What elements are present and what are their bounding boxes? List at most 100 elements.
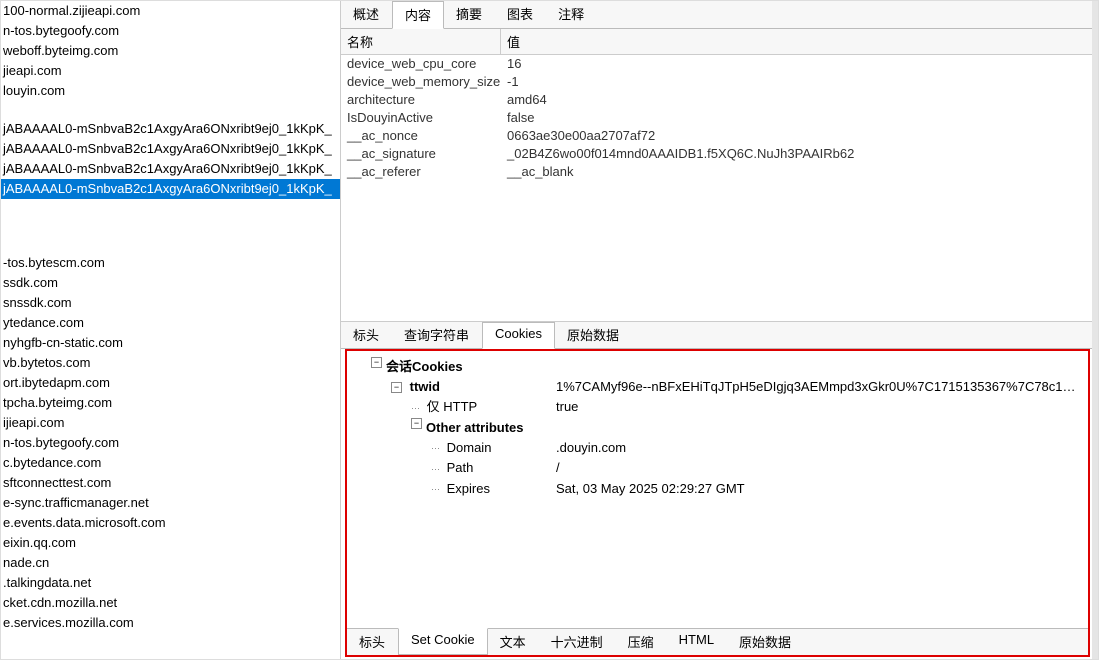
tab[interactable]: 查询字符串	[392, 322, 482, 348]
collapse-icon[interactable]: −	[391, 382, 402, 393]
tab[interactable]: Set Cookie	[398, 628, 488, 655]
sidebar-item[interactable]: sftconnecttest.com	[1, 473, 340, 493]
tree-cookie-ttwid[interactable]: − ttwid 1%7CAMyf96e--nBFxEHiTqJTpH5eDIgj…	[351, 377, 1084, 397]
collapse-icon[interactable]: −	[371, 357, 382, 368]
nv-name: __ac_signature	[341, 145, 501, 163]
nv-row[interactable]: IsDouyinActivefalse	[341, 109, 1092, 127]
tab[interactable]: 摘要	[444, 1, 495, 28]
sidebar-item[interactable]: vb.bytetos.com	[1, 353, 340, 373]
cookies-panel: − 会话Cookies − ttwid 1%7CAMyf96e--nBFxEHi…	[345, 349, 1090, 657]
tab[interactable]: 原始数据	[555, 322, 632, 348]
nv-value: __ac_blank	[501, 163, 1092, 181]
sidebar-item[interactable]: nade.cn	[1, 553, 340, 573]
tree-leaf-icon: ⋯	[431, 438, 439, 458]
sidebar-item[interactable]: weboff.byteimg.com	[1, 41, 340, 61]
cookie-name: ttwid	[410, 379, 440, 394]
nv-header-value[interactable]: 值	[501, 29, 1092, 54]
tab[interactable]: 概述	[341, 1, 392, 28]
sidebar-item[interactable]: jieapi.com	[1, 61, 340, 81]
sidebar-item[interactable]: jABAAAAL0-mSnbvaB2c1AxgyAra6ONxribt9ej0_…	[1, 139, 340, 159]
nv-row[interactable]: __ac_referer__ac_blank	[341, 163, 1092, 181]
sidebar-item[interactable]: .talkingdata.net	[1, 573, 340, 593]
nv-name: device_web_memory_size	[341, 73, 501, 91]
sidebar-item[interactable]: e-sync.trafficmanager.net	[1, 493, 340, 513]
mid-tabstrip: 标头查询字符串Cookies原始数据	[341, 322, 1092, 349]
nv-row[interactable]: __ac_signature_02B4Z6wo00f014mnd0AAAIDB1…	[341, 145, 1092, 163]
nv-value: 16	[501, 55, 1092, 73]
sidebar-item[interactable]: jABAAAAL0-mSnbvaB2c1AxgyAra6ONxribt9ej0_…	[1, 159, 340, 179]
path-label: Path	[447, 460, 474, 475]
sidebar-item[interactable]: ssdk.com	[1, 273, 340, 293]
sidebar-item[interactable]: c.bytedance.com	[1, 453, 340, 473]
sidebar-item[interactable]: eixin.qq.com	[1, 533, 340, 553]
sidebar-item[interactable]	[1, 217, 340, 235]
collapse-icon[interactable]: −	[411, 418, 422, 429]
sidebar-item[interactable]: snssdk.com	[1, 293, 340, 313]
tab[interactable]: 十六进制	[539, 629, 616, 655]
tab[interactable]: 内容	[392, 1, 444, 29]
tree-domain[interactable]: ⋯ Domain .douyin.com	[351, 438, 1084, 459]
tree-leaf-icon: ⋯	[431, 479, 439, 499]
sidebar-item[interactable]: nyhgfb-cn-static.com	[1, 333, 340, 353]
nv-header-name[interactable]: 名称	[341, 29, 501, 54]
nv-name: architecture	[341, 91, 501, 109]
nv-row[interactable]: device_web_cpu_core16	[341, 55, 1092, 73]
sidebar-item[interactable]: ytedance.com	[1, 313, 340, 333]
tree-expires[interactable]: ⋯ Expires Sat, 03 May 2025 02:29:27 GMT	[351, 479, 1084, 500]
sidebar-host-list[interactable]: 100-normal.zijieapi.comn-tos.bytegoofy.c…	[1, 1, 341, 659]
tab[interactable]: 图表	[495, 1, 546, 28]
tree-session-cookies[interactable]: − 会话Cookies	[351, 357, 1084, 377]
cookies-tree[interactable]: − 会话Cookies − ttwid 1%7CAMyf96e--nBFxEHi…	[347, 351, 1088, 628]
cookie-value: 1%7CAMyf96e--nBFxEHiTqJTpH5eDIgjq3AEMmpd…	[556, 377, 1076, 397]
sidebar-item[interactable]	[1, 199, 340, 217]
sidebar-item[interactable]: n-tos.bytegoofy.com	[1, 433, 340, 453]
tab[interactable]: 原始数据	[727, 629, 804, 655]
nv-name: device_web_cpu_core	[341, 55, 501, 73]
nv-name: __ac_referer	[341, 163, 501, 181]
path-value: /	[556, 458, 560, 479]
sidebar-item[interactable]: e.services.mozilla.com	[1, 613, 340, 633]
sidebar-item[interactable]	[1, 101, 340, 119]
nv-value: amd64	[501, 91, 1092, 109]
session-cookies-label: 会话Cookies	[386, 357, 463, 377]
sidebar-item[interactable]: jABAAAAL0-mSnbvaB2c1AxgyAra6ONxribt9ej0_…	[1, 119, 340, 139]
app-root: 100-normal.zijieapi.comn-tos.bytegoofy.c…	[0, 0, 1099, 660]
tree-other-attributes[interactable]: − Other attributes	[351, 418, 1084, 438]
nv-header: 名称 值	[341, 29, 1092, 55]
tab[interactable]: 标头	[347, 629, 398, 655]
expires-label: Expires	[447, 481, 490, 496]
tree-path[interactable]: ⋯ Path /	[351, 458, 1084, 479]
tab[interactable]: 压缩	[616, 629, 667, 655]
tab[interactable]: HTML	[667, 629, 727, 655]
sidebar-item[interactable]: louyin.com	[1, 81, 340, 101]
tree-leaf-icon: ⋯	[431, 459, 439, 479]
tab[interactable]: Cookies	[482, 322, 555, 349]
nv-row[interactable]: device_web_memory_size-1	[341, 73, 1092, 91]
domain-label: Domain	[447, 440, 492, 455]
nv-row[interactable]: architectureamd64	[341, 91, 1092, 109]
domain-value: .douyin.com	[556, 438, 626, 459]
sidebar-item[interactable]: cket.cdn.mozilla.net	[1, 593, 340, 613]
nv-value: false	[501, 109, 1092, 127]
sidebar-item[interactable]: -tos.bytescm.com	[1, 253, 340, 273]
sidebar-item[interactable]: e.events.data.microsoft.com	[1, 513, 340, 533]
tab[interactable]: 注释	[546, 1, 597, 28]
sidebar-item[interactable]: n-tos.bytegoofy.com	[1, 21, 340, 41]
nv-name: IsDouyinActive	[341, 109, 501, 127]
bottom-tabstrip: 标头Set Cookie文本十六进制压缩HTML原始数据	[347, 628, 1088, 655]
sidebar-item[interactable]	[1, 235, 340, 253]
nv-row[interactable]: __ac_nonce0663ae30e00aa2707af72	[341, 127, 1092, 145]
sidebar-item[interactable]: tpcha.byteimg.com	[1, 393, 340, 413]
http-only-value: true	[556, 397, 578, 418]
nv-value: -1	[501, 73, 1092, 91]
nv-value: _02B4Z6wo00f014mnd0AAAIDB1.f5XQ6C.NuJh3P…	[501, 145, 1092, 163]
tree-http-only[interactable]: ⋯ 仅 HTTP true	[351, 397, 1084, 418]
tree-leaf-icon: ⋯	[411, 398, 419, 418]
sidebar-item[interactable]: ort.ibytedapm.com	[1, 373, 340, 393]
sidebar-item[interactable]: jABAAAAL0-mSnbvaB2c1AxgyAra6ONxribt9ej0_…	[1, 179, 340, 199]
tab[interactable]: 文本	[488, 629, 539, 655]
tab[interactable]: 标头	[341, 322, 392, 348]
sidebar-item[interactable]: 100-normal.zijieapi.com	[1, 1, 340, 21]
sidebar-item[interactable]: ijieapi.com	[1, 413, 340, 433]
main-panel: 概述内容摘要图表注释 名称 值 device_web_cpu_core16dev…	[341, 1, 1098, 659]
